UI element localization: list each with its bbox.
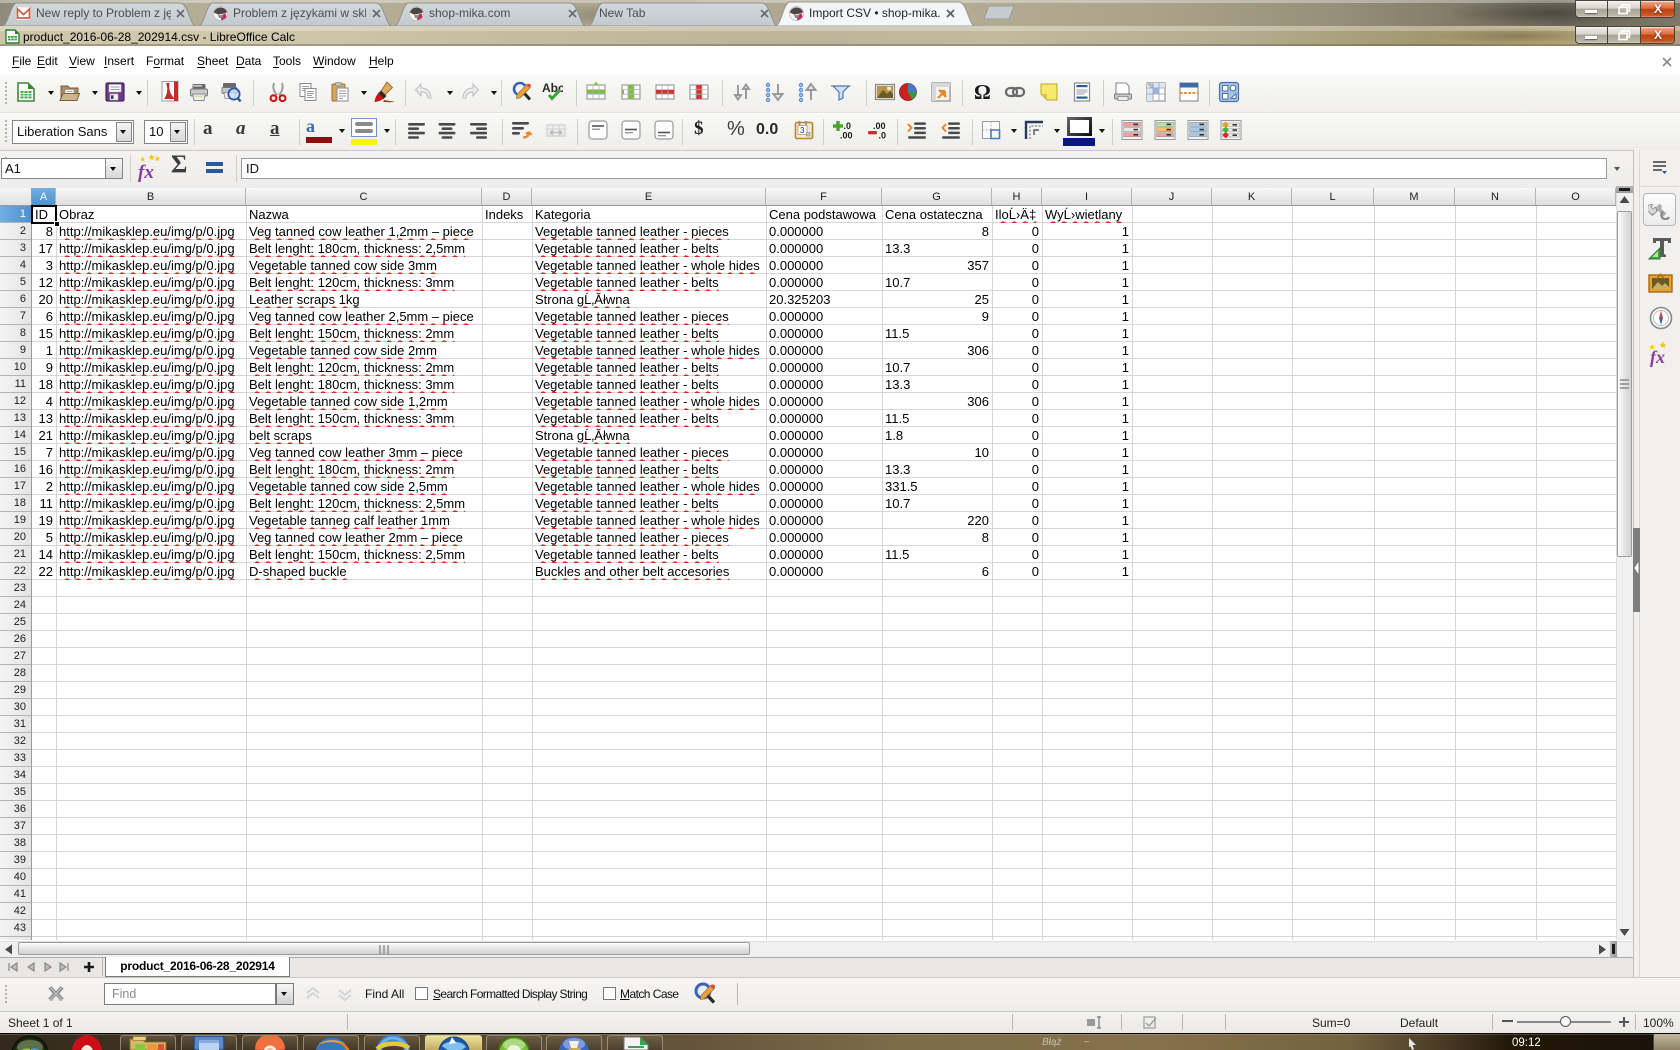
svg-text:.00: .00	[873, 121, 886, 131]
svg-text:.0: .0	[879, 131, 887, 141]
svg-text:Abc: Abc	[542, 81, 563, 95]
svg-text:Ω: Ω	[974, 81, 991, 103]
svg-text:fx: fx	[1650, 347, 1665, 367]
svg-text:.0: .0	[844, 121, 852, 131]
svg-text:3: 3	[800, 126, 805, 135]
svg-text:.00: .00	[840, 131, 853, 141]
svg-text:fx: fx	[138, 162, 154, 182]
